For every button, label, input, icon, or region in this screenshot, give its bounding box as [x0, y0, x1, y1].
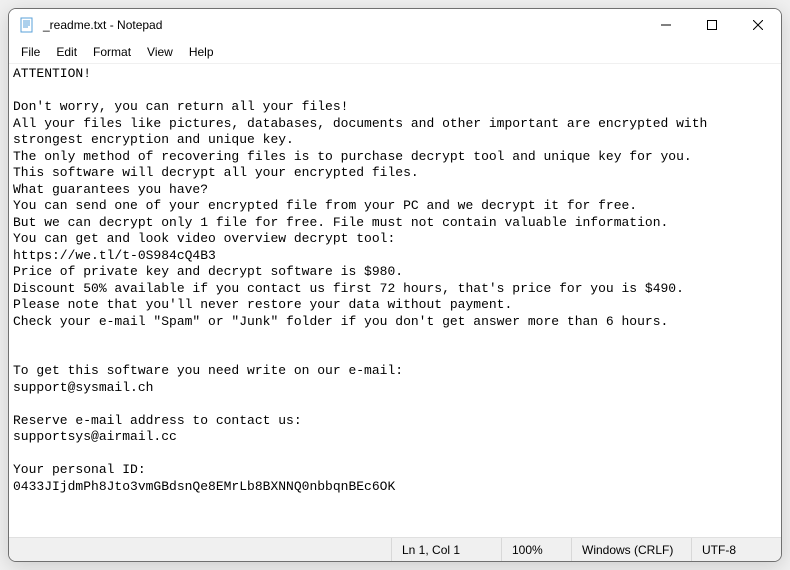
notepad-icon	[19, 17, 35, 33]
status-zoom: 100%	[501, 538, 571, 561]
status-position: Ln 1, Col 1	[391, 538, 501, 561]
status-line-ending: Windows (CRLF)	[571, 538, 691, 561]
window-title: _readme.txt - Notepad	[43, 18, 643, 32]
menu-edit[interactable]: Edit	[48, 43, 85, 61]
menubar: File Edit Format View Help	[9, 41, 781, 63]
status-encoding: UTF-8	[691, 538, 781, 561]
notepad-window: _readme.txt - Notepad File Edit Format V…	[8, 8, 782, 562]
titlebar[interactable]: _readme.txt - Notepad	[9, 9, 781, 41]
menu-format[interactable]: Format	[85, 43, 139, 61]
menu-help[interactable]: Help	[181, 43, 222, 61]
menu-file[interactable]: File	[13, 43, 48, 61]
maximize-button[interactable]	[689, 9, 735, 41]
minimize-button[interactable]	[643, 9, 689, 41]
close-button[interactable]	[735, 9, 781, 41]
window-controls	[643, 9, 781, 41]
menu-view[interactable]: View	[139, 43, 181, 61]
statusbar: Ln 1, Col 1 100% Windows (CRLF) UTF-8	[9, 537, 781, 561]
text-area[interactable]: ATTENTION! Don't worry, you can return a…	[9, 63, 781, 537]
